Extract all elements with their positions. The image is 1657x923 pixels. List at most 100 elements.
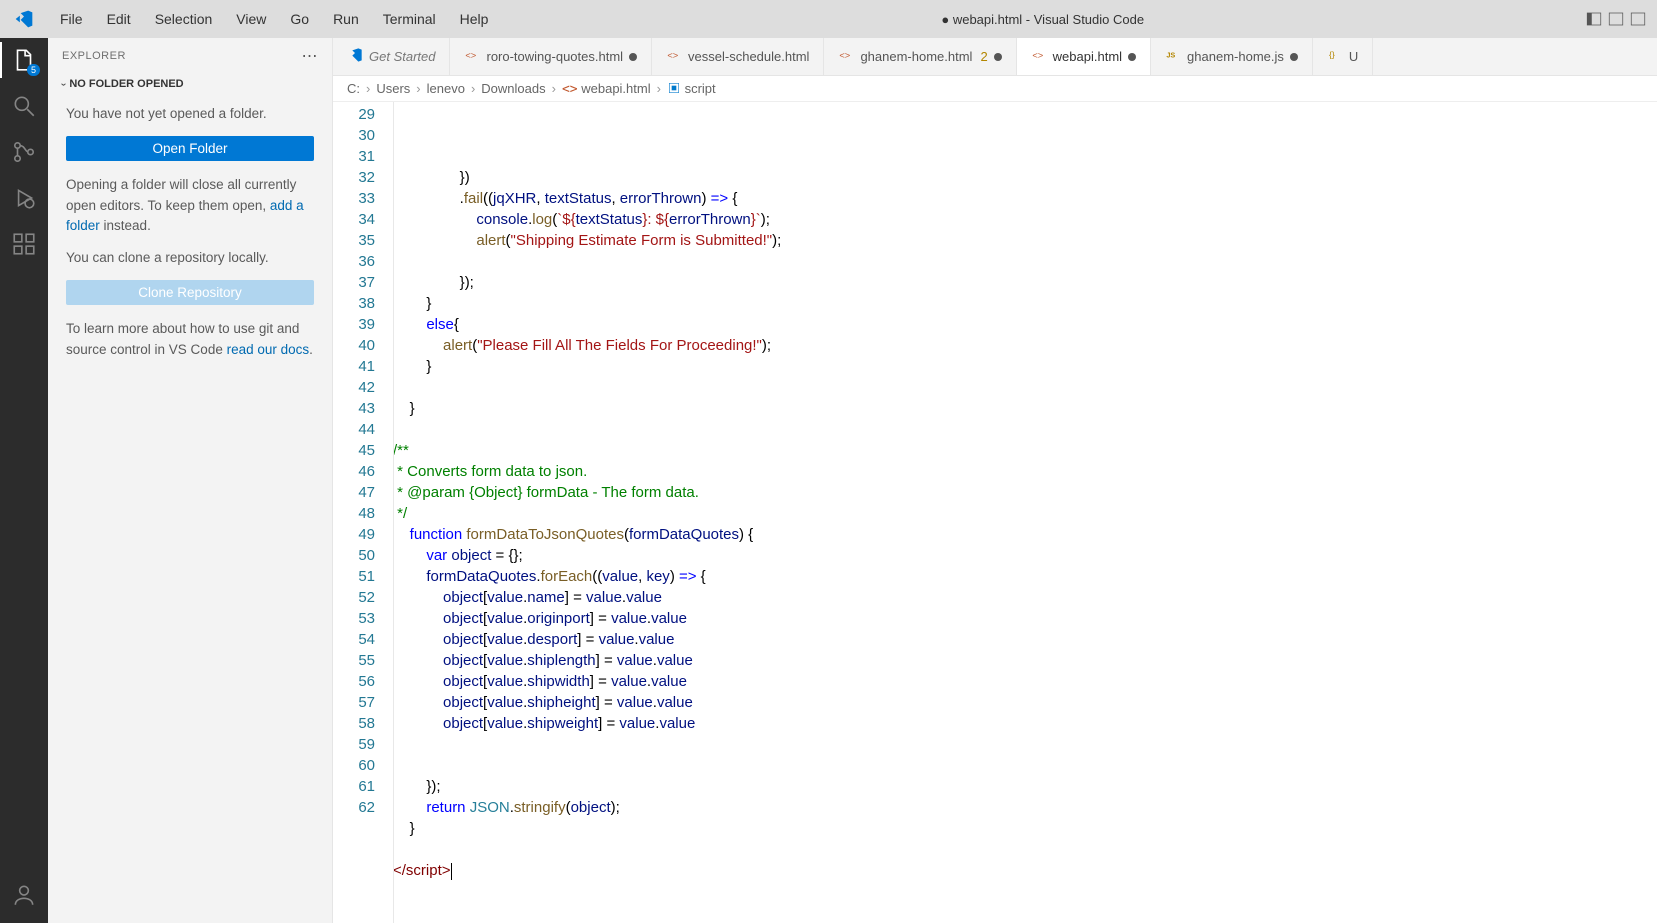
code-line[interactable]: alert("Please Fill All The Fields For Pr… [393,335,1657,356]
run-debug-icon[interactable] [10,184,38,212]
code-line[interactable]: return JSON.stringify(object); [393,797,1657,818]
breadcrumb-part[interactable]: Downloads [481,81,545,96]
code-line[interactable]: object[value.shipweight] = value.value [393,713,1657,734]
line-number: 33 [333,188,375,209]
line-number: 44 [333,419,375,440]
code-line[interactable] [393,755,1657,776]
code-line[interactable]: var object = {}; [393,545,1657,566]
chevron-right-icon: › [471,81,475,96]
code-line[interactable]: object[value.desport] = value.value [393,629,1657,650]
tab-get-started[interactable]: Get Started [333,38,450,75]
code-line[interactable]: * @param {Object} formData - The form da… [393,482,1657,503]
line-number: 50 [333,545,375,566]
code-line[interactable]: console.log(`${textStatus}: ${errorThrow… [393,209,1657,230]
chevron-right-icon: › [552,81,556,96]
svg-text:{}: {} [1329,50,1335,60]
code-editor[interactable]: 2930313233343536373839404142434445464748… [333,102,1657,923]
breadcrumb-part[interactable]: script [667,81,716,96]
code-line[interactable]: else{ [393,314,1657,335]
tab-label: U [1349,49,1358,64]
tab-vessel-schedule-html[interactable]: <>vessel-schedule.html [652,38,824,75]
panel-bottom-icon[interactable] [1607,10,1625,28]
code-line[interactable]: */ [393,503,1657,524]
menu-help[interactable]: Help [448,11,501,27]
code-content[interactable]: }) .fail((jqXHR, textStatus, errorThrown… [393,102,1657,923]
explorer-icon[interactable]: 5 [10,46,38,74]
clone-intro-text: You can clone a repository locally. [66,248,314,268]
sidebar-section-label: NO FOLDER OPENED [69,78,183,90]
menu-run[interactable]: Run [321,11,371,27]
source-control-icon[interactable] [10,138,38,166]
tab-suffix: 2 [980,49,987,64]
explorer-badge: 5 [27,64,40,76]
code-line[interactable]: } [393,398,1657,419]
line-number: 46 [333,461,375,482]
code-line[interactable]: } [393,356,1657,377]
line-number: 45 [333,440,375,461]
code-line[interactable]: object[value.shiplength] = value.value [393,650,1657,671]
code-line[interactable]: alert("Shipping Estimate Form is Submitt… [393,230,1657,251]
code-line[interactable]: }); [393,272,1657,293]
panel-right-icon[interactable] [1629,10,1647,28]
more-icon[interactable]: ⋯ [302,46,319,66]
code-line[interactable]: </script> [393,860,1657,881]
search-icon[interactable] [10,92,38,120]
code-line[interactable]: function formDataToJsonQuotes(formDataQu… [393,524,1657,545]
activity-bar: 5 [0,38,48,923]
line-number: 52 [333,587,375,608]
chevron-right-icon: › [657,81,661,96]
breadcrumb-part[interactable]: lenevo [427,81,465,96]
code-line[interactable]: object[value.originport] = value.value [393,608,1657,629]
breadcrumb-part[interactable]: <> webapi.html [562,81,651,97]
line-number: 35 [333,230,375,251]
code-line[interactable]: formDataQuotes.forEach((value, key) => { [393,566,1657,587]
breadcrumb-part[interactable]: C: [347,81,360,96]
menu-go[interactable]: Go [278,11,321,27]
code-line[interactable]: * Converts form data to json. [393,461,1657,482]
open-folder-button[interactable]: Open Folder [66,136,314,161]
svg-text:<>: <> [466,50,477,60]
tab-ghanem-home-js[interactable]: JSghanem-home.js [1151,38,1313,75]
code-line[interactable] [393,734,1657,755]
code-line[interactable] [393,419,1657,440]
code-line[interactable] [393,251,1657,272]
tab-roro-towing-quotes-html[interactable]: <>roro-towing-quotes.html [450,38,652,75]
tab-label: webapi.html [1053,49,1122,64]
code-line[interactable]: object[value.name] = value.value [393,587,1657,608]
menu-view[interactable]: View [224,11,278,27]
breadcrumb[interactable]: C: › Users › lenevo › Downloads › <> webapi.html… [333,76,1657,102]
chevron-right-icon: › [416,81,420,96]
sidebar-section[interactable]: › NO FOLDER OPENED [48,74,332,94]
code-line[interactable]: /** [393,440,1657,461]
code-line[interactable] [393,377,1657,398]
code-line[interactable]: } [393,818,1657,839]
file-icon: <> [1031,47,1047,66]
code-line[interactable]: object[value.shipheight] = value.value [393,692,1657,713]
tab-u[interactable]: {} U [1313,38,1373,75]
layout-controls[interactable] [1585,10,1657,28]
tab-ghanem-home-html[interactable]: <>ghanem-home.html2 [824,38,1016,75]
menu-selection[interactable]: Selection [143,11,225,27]
clone-repository-button[interactable]: Clone Repository [66,280,314,305]
code-line[interactable] [393,839,1657,860]
read-docs-link[interactable]: read our docs [227,342,310,357]
code-line[interactable]: }) [393,167,1657,188]
tab-webapi-html[interactable]: <> webapi.html [1017,38,1151,75]
code-line[interactable]: }); [393,776,1657,797]
menu-edit[interactable]: Edit [95,11,143,27]
accounts-icon[interactable] [10,881,38,909]
file-icon: {} [1327,47,1343,66]
file-icon: <> [838,47,854,66]
line-numbers: 2930313233343536373839404142434445464748… [333,102,393,923]
code-line[interactable]: } [393,293,1657,314]
panel-left-icon[interactable] [1585,10,1603,28]
file-icon [347,47,363,66]
code-line[interactable]: object[value.shipwidth] = value.value [393,671,1657,692]
code-line[interactable]: .fail((jqXHR, textStatus, errorThrown) =… [393,188,1657,209]
menu-file[interactable]: File [48,11,95,27]
line-number: 57 [333,692,375,713]
line-number: 40 [333,335,375,356]
breadcrumb-part[interactable]: Users [376,81,410,96]
menu-terminal[interactable]: Terminal [371,11,448,27]
extensions-icon[interactable] [10,230,38,258]
